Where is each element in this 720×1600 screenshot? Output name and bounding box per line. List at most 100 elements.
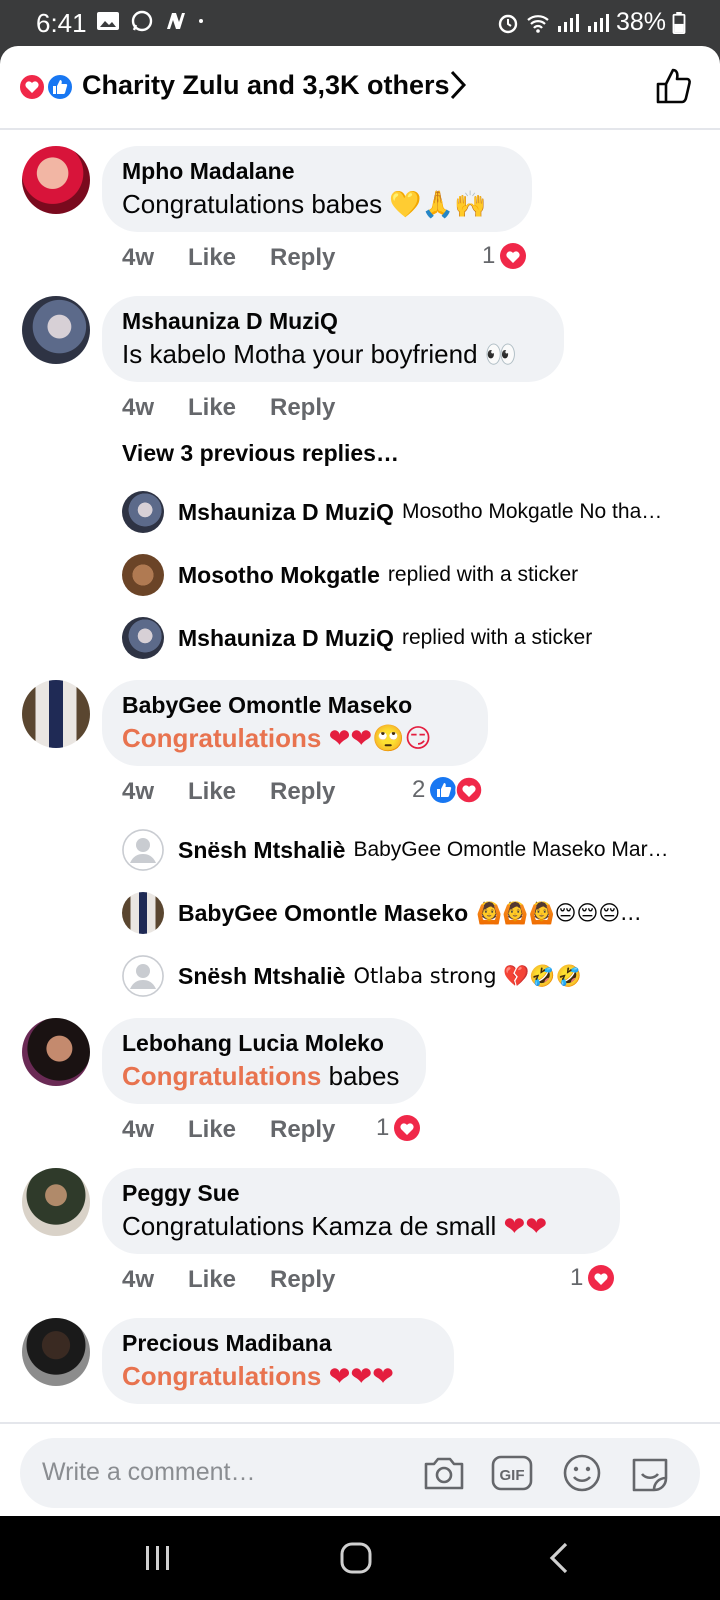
comment-time: 4w: [122, 1116, 155, 1143]
comment-author[interactable]: Peggy Sue: [122, 1178, 600, 1208]
reply-button[interactable]: Reply: [270, 244, 335, 272]
camera-icon[interactable]: [422, 1452, 466, 1494]
comment-bubble[interactable]: Precious Madibana Congratulations ❤❤❤: [102, 1318, 454, 1404]
gif-icon[interactable]: GIF: [490, 1452, 534, 1494]
comment-author[interactable]: Lebohang Lucia Moleko: [122, 1028, 406, 1058]
reaction-count: 1: [570, 1264, 584, 1291]
comment-bubble[interactable]: Peggy Sue Congratulations Kamza de small…: [102, 1168, 620, 1254]
reply-item[interactable]: Snësh Mtshaliè BabyGee Omontle Maseko Ma…: [122, 828, 702, 872]
comment-emoji: ❤❤🙄😏: [328, 724, 432, 754]
comment-bubble[interactable]: BabyGee Omontle Maseko Congratulations ❤…: [102, 680, 488, 766]
comment-author[interactable]: Mshauniza D MuziQ: [122, 306, 544, 336]
comments-sheet: Charity Zulu and 3,3K others Mpho Madala…: [0, 46, 720, 1516]
svg-text:GIF: GIF: [500, 1467, 525, 1484]
status-bar: 6:41 38%: [0, 0, 720, 46]
avatar[interactable]: [22, 1318, 90, 1386]
comment-composer: Write a comment… GIF: [0, 1422, 720, 1516]
like-button[interactable]: Like: [188, 394, 270, 422]
comment-bubble[interactable]: Mshauniza D MuziQ Is kabelo Motha your b…: [102, 296, 564, 382]
comment-time: 4w: [122, 244, 155, 271]
comment-placeholder: Write a comment…: [42, 1458, 256, 1486]
back-icon[interactable]: [542, 1540, 582, 1576]
reply-author[interactable]: Mshauniza D MuziQ: [178, 499, 394, 526]
whatsapp-icon: [131, 10, 153, 32]
reaction-summary[interactable]: 1: [482, 242, 527, 270]
reply-author[interactable]: BabyGee Omontle Maseko: [178, 900, 468, 927]
reply-avatar[interactable]: [122, 829, 164, 871]
home-icon[interactable]: [336, 1540, 376, 1576]
avatar[interactable]: [22, 296, 90, 364]
emoji-icon[interactable]: [560, 1452, 604, 1494]
comment-author[interactable]: Precious Madibana: [122, 1328, 434, 1358]
reply-avatar[interactable]: [122, 955, 164, 997]
view-previous-replies[interactable]: View 3 previous replies…: [122, 440, 399, 467]
reply-button[interactable]: Reply: [270, 394, 335, 422]
like-button[interactable]: Like: [188, 244, 270, 272]
reply-button[interactable]: Reply: [270, 1116, 335, 1144]
comment-time: 4w: [122, 778, 155, 805]
reaction-count: 2: [412, 776, 426, 803]
reply-avatar[interactable]: [122, 554, 164, 596]
like-button[interactable]: Like: [188, 1266, 270, 1294]
reply-item[interactable]: Mshauniza D MuziQ replied with a sticker: [122, 616, 702, 660]
love-react-icon: [455, 776, 484, 804]
reaction-count: 1: [482, 242, 496, 269]
love-react-icon: [500, 243, 527, 269]
reply-button[interactable]: Reply: [270, 1266, 335, 1294]
avatar[interactable]: [22, 1168, 90, 1236]
avatar[interactable]: [22, 680, 90, 748]
comment-input[interactable]: Write a comment… GIF: [20, 1438, 700, 1508]
comment-time: 4w: [122, 394, 155, 421]
reply-item[interactable]: Mshauniza D MuziQ Mosotho Mokgatle No th…: [122, 490, 702, 534]
comment-author[interactable]: BabyGee Omontle Maseko: [122, 690, 468, 720]
battery-percent: 38%: [615, 8, 666, 36]
reply-item[interactable]: Mosotho Mokgatle replied with a sticker: [122, 553, 702, 597]
comment-emoji: 👀: [484, 340, 518, 370]
reaction-summary[interactable]: 1: [570, 1264, 615, 1292]
reaction-summary[interactable]: 1: [376, 1114, 421, 1142]
reply-button[interactable]: Reply: [270, 778, 335, 806]
reply-avatar[interactable]: [122, 617, 164, 659]
reply-text: replied with a sticker: [401, 626, 593, 649]
avatar[interactable]: [22, 146, 90, 214]
comment-text: Is kabelo Motha your boyfriend: [122, 339, 478, 369]
dot-icon: [199, 19, 203, 23]
wifi-icon: [527, 14, 549, 33]
reply-author[interactable]: Snësh Mtshaliè: [178, 837, 345, 864]
reply-author[interactable]: Mosotho Mokgatle: [178, 562, 380, 589]
mention-link[interactable]: Congratulations: [122, 1361, 321, 1391]
battery-icon: [672, 11, 686, 34]
comment-emoji: ❤❤❤: [328, 1362, 394, 1392]
love-react-icon: [588, 1265, 615, 1291]
like-button[interactable]: Like: [188, 1116, 270, 1144]
sticker-icon[interactable]: [628, 1452, 672, 1494]
like-thumb-icon[interactable]: [654, 66, 694, 106]
reply-author[interactable]: Mshauniza D MuziQ: [178, 625, 394, 652]
comment-bubble[interactable]: Mpho Madalane Congratulations babes 💛🙏🙌: [102, 146, 532, 232]
chevron-right-icon[interactable]: [448, 68, 468, 102]
status-time: 6:41: [36, 8, 87, 38]
reply-item[interactable]: Snësh Mtshaliè Otlaba strong 💔🤣🤣: [122, 954, 702, 998]
mention-link[interactable]: Congratulations: [122, 1061, 321, 1091]
comment-author[interactable]: Mpho Madalane: [122, 156, 512, 186]
comment-bubble[interactable]: Lebohang Lucia Moleko Congratulations ba…: [102, 1018, 426, 1104]
reactions-summary[interactable]: Charity Zulu and 3,3K others: [82, 70, 450, 101]
reply-item[interactable]: BabyGee Omontle Maseko 🙆🙆🙆😔😔😔…: [122, 891, 702, 935]
default-avatar-icon: [122, 955, 164, 997]
reply-text: Mosotho Mokgatle No tha…: [401, 500, 663, 523]
reactions-header[interactable]: Charity Zulu and 3,3K others: [0, 46, 720, 130]
reply-author[interactable]: Snësh Mtshaliè: [178, 963, 345, 990]
recent-apps-icon[interactable]: [138, 1540, 178, 1576]
reaction-summary[interactable]: 2: [412, 776, 484, 804]
avatar[interactable]: [22, 1018, 90, 1086]
reply-avatar[interactable]: [122, 892, 164, 934]
comment-text: babes: [328, 1061, 400, 1091]
reply-text: 🙆🙆🙆😔😔😔…: [476, 900, 642, 925]
mention-link[interactable]: Congratulations: [122, 723, 321, 753]
comment-emoji: 💛🙏🙌: [389, 190, 487, 220]
signal-icon-2: [587, 13, 609, 32]
like-button[interactable]: Like: [188, 778, 270, 806]
reply-text: BabyGee Omontle Maseko Mar…: [353, 838, 669, 861]
gallery-icon: [97, 12, 119, 30]
reply-avatar[interactable]: [122, 491, 164, 533]
